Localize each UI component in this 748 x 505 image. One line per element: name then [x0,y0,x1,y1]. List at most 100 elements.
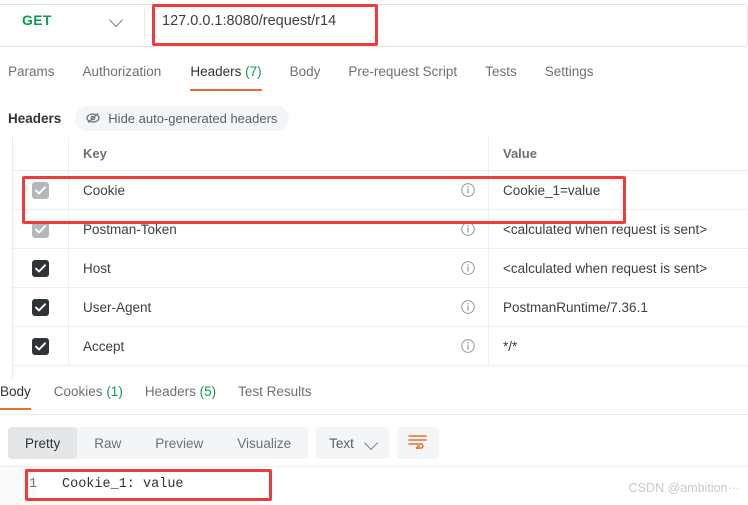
view-mode-group: Pretty Raw Preview Visualize [8,427,309,459]
method-url-divider [144,9,145,39]
body-format-label: Text [329,435,354,451]
row-value-text: PostmanRuntime/7.36.1 [503,299,648,315]
response-tab-body-label: Body [0,384,31,399]
row-checkbox[interactable] [32,337,49,355]
view-mode-raw-label: Raw [94,435,122,451]
view-mode-visualize[interactable]: Visualize [220,427,308,459]
response-tab-headers-count: (5) [195,384,217,399]
column-header-value: Value [503,146,537,161]
row-checkbox-cell[interactable] [13,249,69,287]
tab-settings[interactable]: Settings [545,60,594,91]
tab-params-label: Params [8,64,55,79]
info-circle-icon[interactable] [460,299,476,315]
row-key-cell[interactable]: Cookie [69,171,489,209]
active-response-tab-underline [0,408,31,410]
tab-headers-label: Headers [190,64,242,79]
row-checkbox[interactable] [32,259,49,277]
row-key-text: Accept [83,338,125,354]
active-tab-underline [190,89,262,91]
http-method-label: GET [22,12,52,28]
row-key-text: User-Agent [83,299,152,315]
row-key-text: Host [83,260,111,276]
response-tabs-divider [0,414,748,415]
headers-section-title: Headers [8,110,62,126]
response-tabs: Body Cookies (1) Headers (5) Test Result… [0,382,748,416]
row-checkbox[interactable] [32,298,49,316]
response-tab-body[interactable]: Body [0,382,31,410]
tab-params[interactable]: Params [8,60,55,91]
row-value-cell[interactable]: */* [489,327,748,365]
response-tab-headers[interactable]: Headers (5) [145,382,216,410]
row-checkbox[interactable] [32,220,49,238]
row-value-cell[interactable]: Cookie_1=value [489,171,748,209]
table-row[interactable]: Host <calculated when request is sent> [13,249,748,288]
hide-auto-generated-headers-label: Hide auto-generated headers [108,110,278,126]
row-checkbox-cell[interactable] [13,171,69,209]
body-format-select[interactable]: Text [316,427,389,459]
response-tab-cookies-label: Cookies [53,384,103,399]
row-value-cell[interactable]: PostmanRuntime/7.36.1 [489,288,748,326]
info-circle-icon[interactable] [460,182,476,198]
view-mode-pretty[interactable]: Pretty [8,427,78,459]
info-circle-icon[interactable] [460,338,476,354]
url-input[interactable]: 127.0.0.1:8080/request/r14 [162,13,336,29]
eye-slash-icon [85,112,101,124]
row-value-text: <calculated when request is sent> [503,221,708,237]
info-circle-icon[interactable] [460,260,476,276]
tab-authorization-label: Authorization [82,64,162,79]
hide-auto-generated-headers-button[interactable]: Hide auto-generated headers [75,105,290,131]
row-key-cell[interactable]: Accept [69,327,489,365]
chevron-down-icon [363,435,378,451]
table-row[interactable]: Postman-Token <calculated when request i… [13,210,748,249]
view-mode-preview-label: Preview [155,435,204,451]
view-mode-pretty-label: Pretty [25,435,61,451]
line-number: 1 [29,477,38,492]
row-key-text: Cookie [83,182,126,198]
header-cell-value: Value [489,137,748,170]
row-value-text: <calculated when request is sent> [503,260,708,276]
response-view-toolbar: Pretty Raw Preview Visualize Text [8,427,439,459]
word-wrap-button[interactable] [396,427,439,459]
row-value-text: Cookie_1=value [503,182,601,198]
table-row[interactable]: Accept */* [13,327,748,366]
request-url-bar: GET 127.0.0.1:8080/request/r14 [0,0,748,55]
tab-headers[interactable]: Headers (7) [190,60,262,91]
request-tabs: Params Authorization Headers (7) Body Pr… [0,60,748,96]
row-value-text: */* [503,338,518,354]
tab-headers-count: (7) [241,64,262,79]
tab-tests[interactable]: Tests [485,60,517,91]
row-checkbox-cell[interactable] [13,327,69,365]
info-circle-icon[interactable] [460,221,476,237]
row-value-cell[interactable]: <calculated when request is sent> [489,210,748,248]
watermark: CSDN @ambition··· [628,481,740,495]
view-mode-raw[interactable]: Raw [77,427,138,459]
row-checkbox-cell[interactable] [13,210,69,248]
headers-table: Key Value Cookie Cookie_1=value Postman-… [12,137,748,378]
tab-pre-request-script[interactable]: Pre-request Script [348,60,457,91]
tab-body[interactable]: Body [290,60,321,91]
tab-authorization[interactable]: Authorization [83,60,162,91]
response-tab-cookies[interactable]: Cookies (1) [54,382,123,410]
header-cell-checkbox [13,137,69,170]
table-header-row: Key Value [13,137,748,171]
row-key-cell[interactable]: Postman-Token [69,210,489,248]
response-tab-test-results[interactable]: Test Results [238,382,312,410]
row-value-cell[interactable]: <calculated when request is sent> [489,249,748,287]
view-mode-preview[interactable]: Preview [138,427,220,459]
tab-tests-label: Tests [485,64,517,79]
row-checkbox-cell[interactable] [13,288,69,326]
response-tab-test-results-label: Test Results [238,384,312,399]
response-tab-headers-label: Headers [144,384,196,399]
row-key-cell[interactable]: User-Agent [69,288,489,326]
row-key-cell[interactable]: Host [69,249,489,287]
tab-body-label: Body [289,64,321,79]
table-row[interactable]: Cookie Cookie_1=value [13,171,748,210]
row-checkbox[interactable] [32,181,49,199]
header-cell-key: Key [69,137,489,170]
word-wrap-icon [408,433,428,454]
row-key-text: Postman-Token [83,221,177,237]
response-body-line: Cookie_1: value [62,477,184,492]
table-row[interactable]: User-Agent PostmanRuntime/7.36.1 [13,288,748,327]
headers-section-bar: Headers Hide auto-generated headers [0,104,290,132]
tab-pre-request-script-label: Pre-request Script [348,64,458,79]
